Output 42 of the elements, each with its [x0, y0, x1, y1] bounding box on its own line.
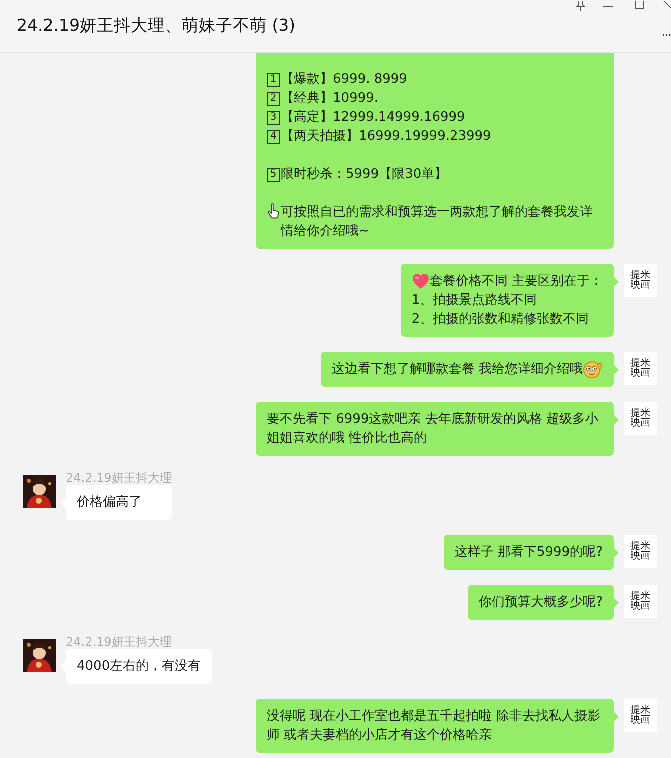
message-text: 套餐价格不同 主要区别在于：: [430, 273, 603, 291]
message-text: 1、拍摄景点路线不同: [412, 293, 538, 308]
message-text: 没得呢 现在小工作室也都是五千起拍啦 除非去找私人摄影师 或者夫妻档的小店才有这个价格哈亲: [267, 709, 600, 743]
avatar-logo-text: 提米映画: [630, 408, 652, 428]
message-text: 【两天拍摄】16999.19999.23999: [281, 128, 492, 146]
number-badge: 3: [267, 110, 280, 124]
smiley-icon: [583, 360, 603, 379]
number-badge: 4: [267, 130, 280, 144]
number-badge: 5: [267, 168, 280, 182]
message-text: 2、拍摄的张数和精修张数不同: [412, 312, 590, 327]
message-text: 你们预算大概多少呢?: [479, 595, 603, 610]
pointing-hand-icon: [267, 203, 281, 219]
heart-icon: [412, 273, 430, 290]
pin-icon[interactable]: [575, 1, 587, 11]
message-text: 这边看下想了解哪款套餐 我给您详细介绍哦: [332, 361, 583, 379]
close-icon[interactable]: [661, 1, 671, 11]
message-text: 【经典】10999.: [281, 90, 378, 108]
message-text: 4000左右的，有没有: [77, 659, 202, 674]
number-badge: 1: [267, 72, 280, 86]
more-button[interactable]: ...: [662, 27, 671, 39]
avatar-logo-text: 提米映画: [630, 592, 652, 612]
message-text: 可按照自已的需求和预算选一两款想了解的套餐我发详情给你介绍哦~: [281, 204, 594, 241]
message-text: 【高定】12999.14999.16999: [281, 109, 466, 127]
message-text: 价格偏高了: [77, 495, 142, 510]
avatar[interactable]: 提米映画: [624, 585, 657, 618]
avatar[interactable]: 提米映画: [624, 352, 657, 385]
message-text: 限时秒杀：5999【限30单】: [281, 166, 448, 184]
message-text: 这样子 那看下5999的呢?: [454, 545, 603, 560]
avatar-logo-text: 提米映画: [630, 358, 652, 378]
avatar[interactable]: 提米映画: [624, 699, 657, 732]
avatar[interactable]: 提米映画: [624, 402, 657, 435]
message-text: 要不先看下 6999这款吧亲 去年底新研发的风格 超级多小姐姐喜欢的哦 性价比也高的: [267, 412, 598, 446]
avatar[interactable]: 提米映画: [624, 535, 657, 568]
sender-name: 24.2.19妍王抖大理: [66, 635, 173, 649]
avatar-logo-text: 提米映画: [630, 542, 652, 562]
number-badge: 2: [267, 92, 280, 106]
avatar-logo-text: 提米映画: [630, 270, 652, 290]
avatar[interactable]: 提米映画: [624, 264, 657, 297]
message-text: 【爆款】6999. 8999: [281, 71, 408, 89]
sender-name: 24.2.19妍王抖大理: [66, 471, 172, 485]
avatar-logo-text: 提米映画: [630, 706, 652, 726]
window-title: 24.2.19妍王抖大理、萌妹子不萌 (3): [17, 15, 296, 37]
